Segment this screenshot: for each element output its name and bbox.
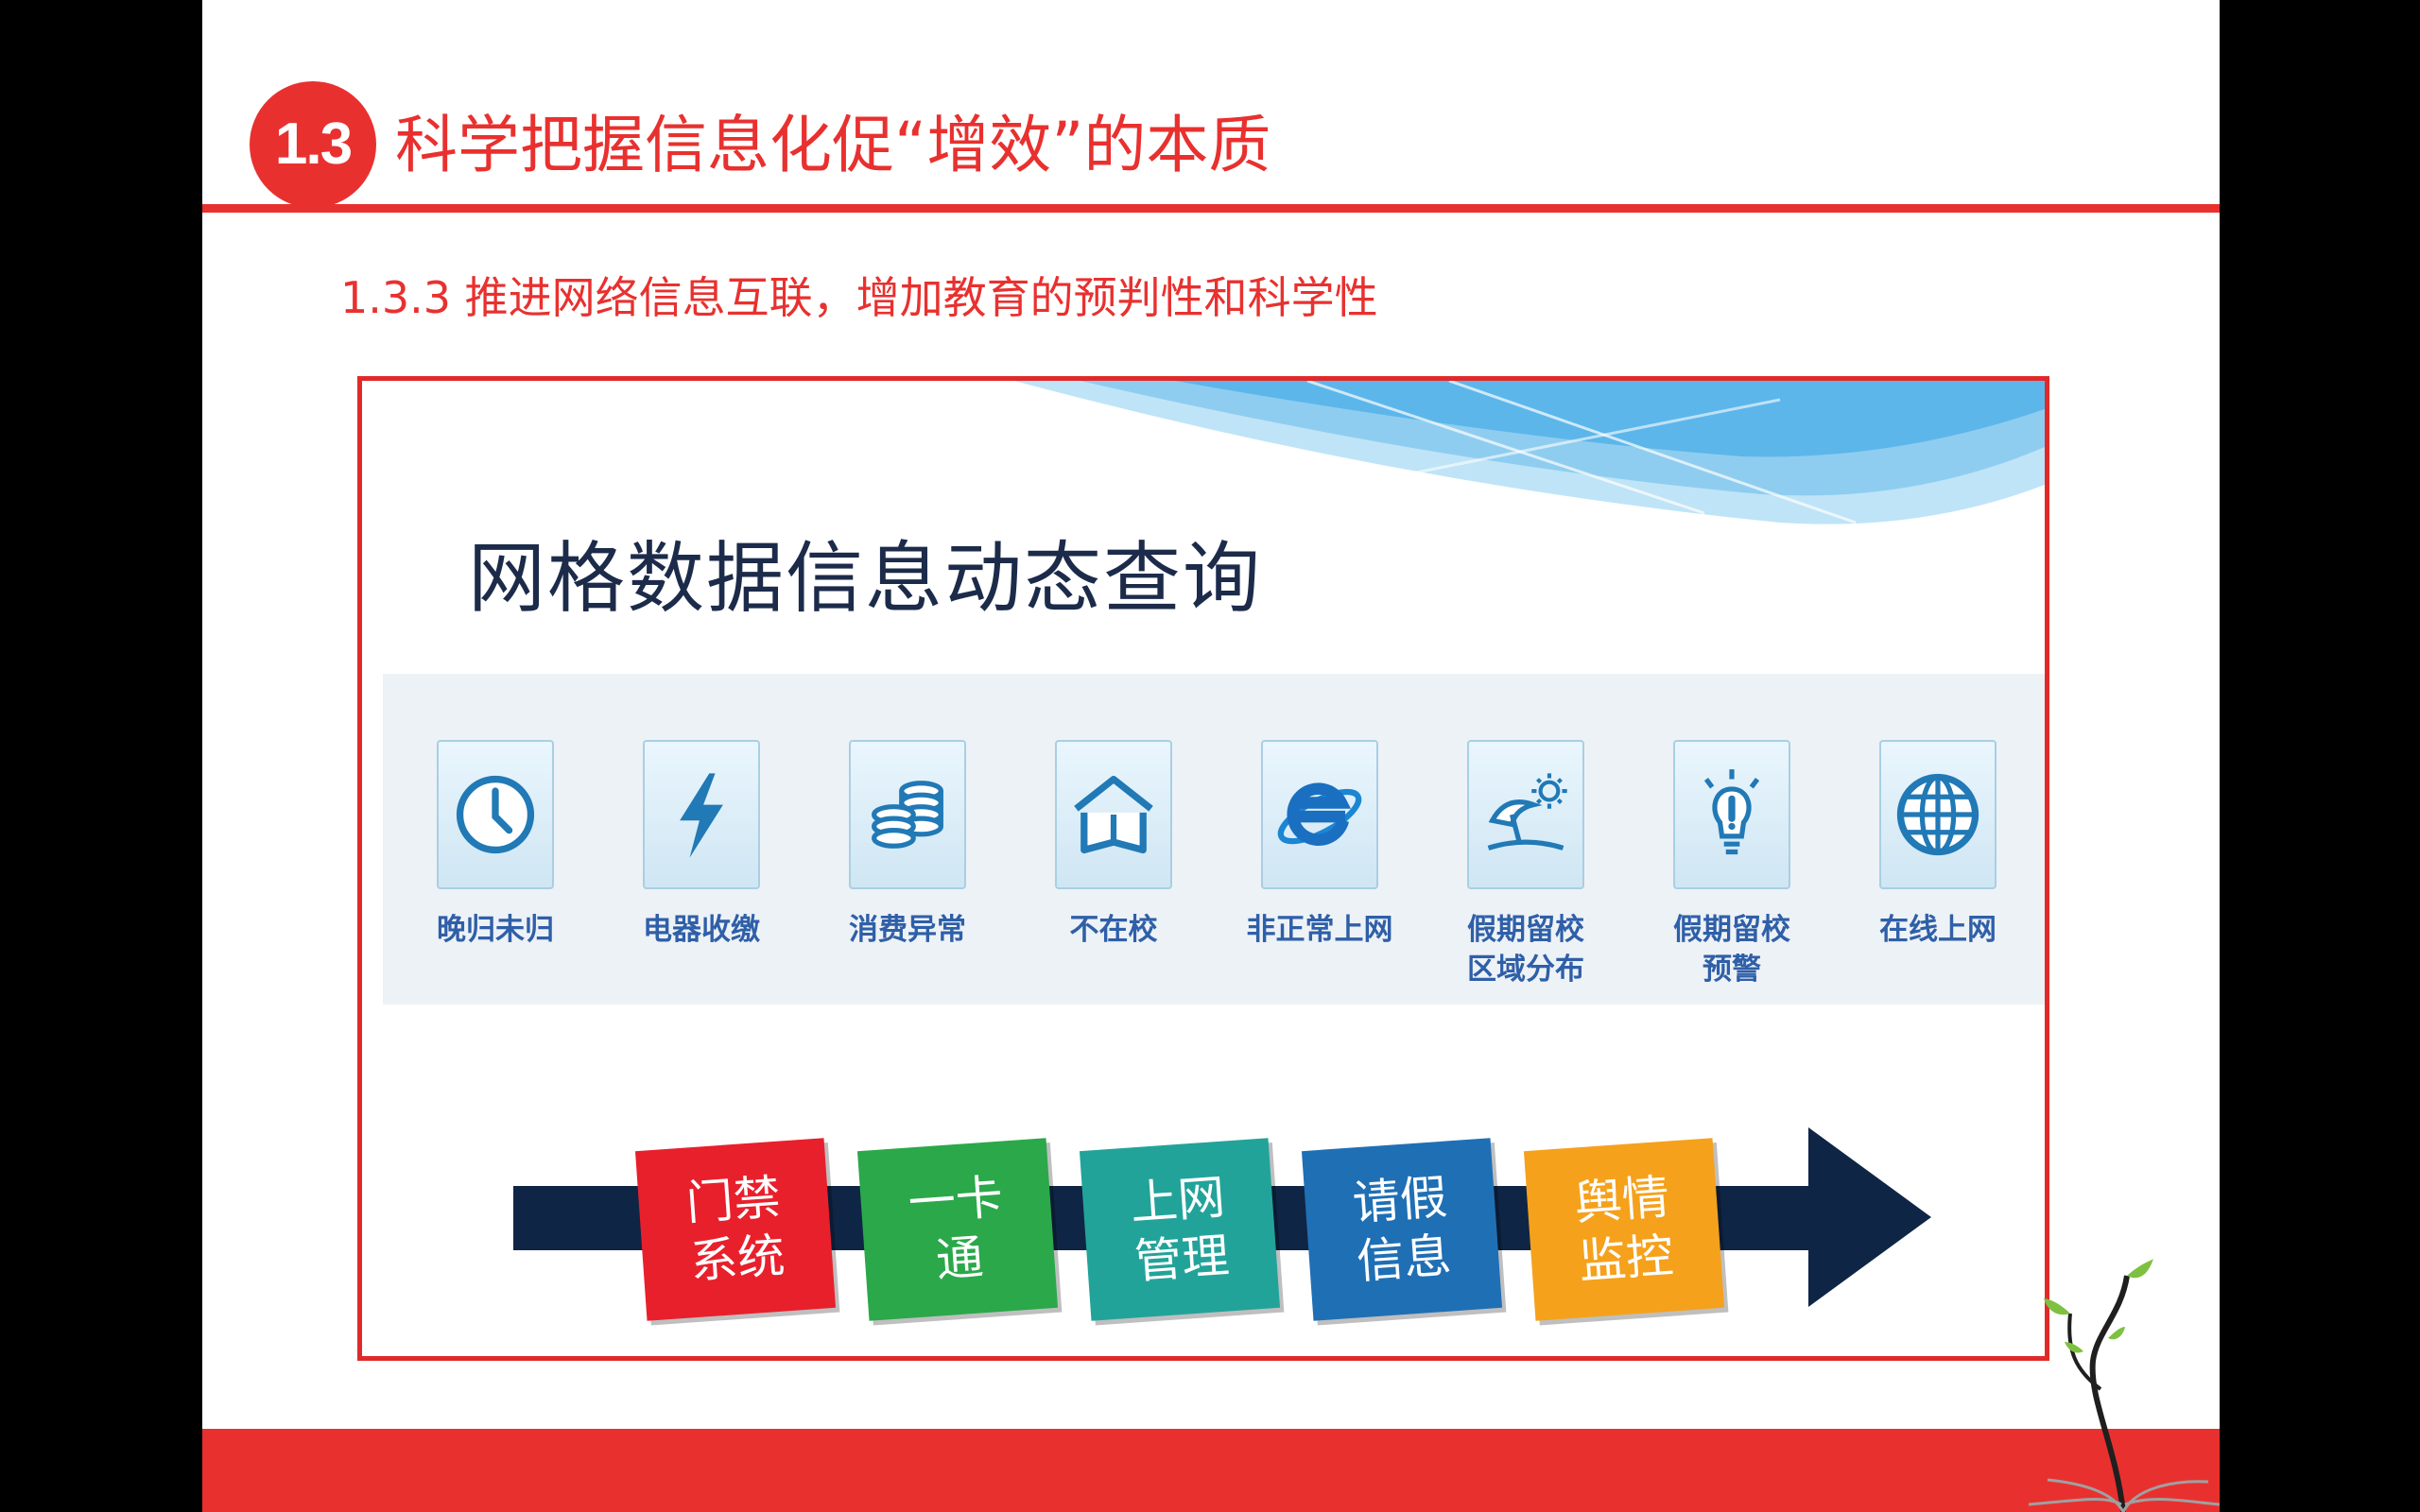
menu-item-not-on-campus[interactable]: 不在校 (1019, 740, 1208, 1005)
section-title: 科学把握信息化促“增效”的本质 (395, 109, 1271, 181)
decorative-waves (1014, 381, 2045, 524)
screenshot-frame: 网格数据信息动态查询 晚归未归 电器收缴 消费异常 不在校 非正常上网 假期留校… (357, 376, 2049, 1361)
step-leave-info: 请假 信息 (1301, 1138, 1503, 1321)
house-book-icon (1055, 740, 1172, 889)
slide: 1.3 科学把握信息化促“增效”的本质 1.3.3 推进网络信息互联，增加教育的… (202, 0, 2220, 1512)
menu-item-label: 不在校 (1069, 913, 1158, 947)
step-internet-management: 上网 管理 (1079, 1138, 1281, 1321)
menu-item-appliance-seizure[interactable]: 电器收缴 (607, 740, 796, 1005)
globe-icon (1879, 740, 1996, 889)
section-number-badge: 1.3 (250, 81, 376, 208)
lightbulb-alert-icon (1673, 740, 1790, 889)
menu-item-online[interactable]: 在线上网 (1843, 740, 2032, 1005)
menu-item-label: 电器收缴 (643, 913, 760, 947)
menu-item-abnormal-spending[interactable]: 消费异常 (813, 740, 1002, 1005)
menu-item-label: 非正常上网 (1246, 913, 1393, 947)
coins-icon (849, 740, 966, 889)
icon-menu: 晚归未归 电器收缴 消费异常 不在校 非正常上网 假期留校 区域分布 假期留校 … (383, 674, 2045, 1005)
menu-item-abnormal-internet[interactable]: 非正常上网 (1225, 740, 1414, 1005)
menu-item-late-return[interactable]: 晚归未归 (401, 740, 590, 1005)
menu-item-label: 在线上网 (1879, 913, 1996, 947)
menu-item-label: 假期留校 区域分布 (1467, 913, 1584, 987)
step-campus-card: 一卡 通 (856, 1138, 1059, 1321)
menu-item-label: 假期留校 预警 (1673, 913, 1790, 987)
title-divider (202, 204, 2220, 213)
menu-item-label: 晚归未归 (437, 913, 554, 947)
menu-item-holiday-stay-alert[interactable]: 假期留校 预警 (1637, 740, 1826, 1005)
sprout-logo-icon (2028, 1259, 2220, 1512)
panel-title: 网格数据信息动态查询 (468, 534, 1263, 624)
footer-bar (202, 1429, 2220, 1512)
menu-item-label: 消费异常 (849, 913, 966, 947)
step-opinion-monitoring: 舆情 监控 (1523, 1138, 1725, 1321)
menu-item-holiday-stay-distribution[interactable]: 假期留校 区域分布 (1431, 740, 1620, 1005)
step-access-control: 门禁 系统 (634, 1138, 837, 1321)
subsection-title: 1.3.3 推进网络信息互联，增加教育的预判性和科学性 (340, 272, 1378, 323)
lightning-icon (643, 740, 760, 889)
internet-explorer-icon (1261, 740, 1378, 889)
clock-icon (437, 740, 554, 889)
beach-sun-icon (1467, 740, 1584, 889)
